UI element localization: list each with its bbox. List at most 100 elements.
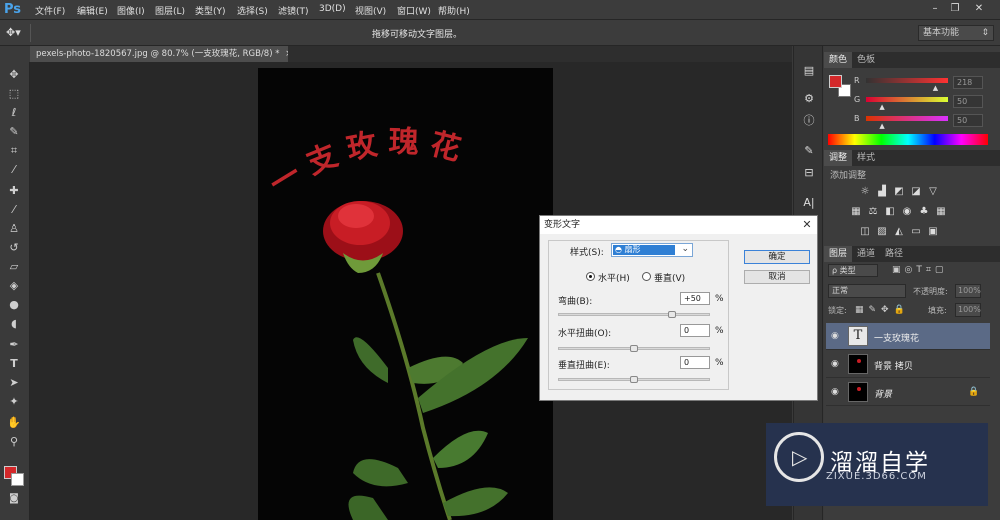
- path-select-icon[interactable]: ➤: [4, 374, 24, 392]
- channel-g-slider[interactable]: [866, 97, 948, 102]
- threshold-icon[interactable]: ◭: [893, 226, 905, 238]
- tab-swatches[interactable]: 色板: [852, 52, 880, 68]
- tab-color[interactable]: 颜色: [824, 52, 853, 68]
- posterize-icon[interactable]: ▨: [876, 226, 888, 238]
- channel-g-knob[interactable]: ▲: [879, 103, 884, 111]
- fill-input[interactable]: 100%: [955, 303, 981, 317]
- opacity-input[interactable]: 100%: [955, 284, 981, 298]
- channel-b-value[interactable]: 50: [953, 114, 983, 127]
- style-select[interactable]: ◓ 扇形 ⌄: [611, 243, 693, 257]
- vertical-radio[interactable]: [642, 272, 651, 281]
- horizontal-radio[interactable]: [586, 272, 595, 281]
- menu-image[interactable]: 图像(I): [117, 4, 145, 17]
- curves-icon[interactable]: ◩: [893, 186, 905, 198]
- tab-layers[interactable]: 图层: [824, 246, 853, 262]
- brush-tool-icon[interactable]: ⁄: [4, 201, 24, 219]
- paint-bucket-icon[interactable]: ◈: [4, 277, 24, 295]
- eye-icon[interactable]: ◉: [831, 331, 839, 341]
- workspace-select[interactable]: 基本功能 ⇕: [918, 25, 994, 41]
- quick-select-tool-icon[interactable]: ✎: [4, 123, 24, 141]
- brush-panel-icon[interactable]: ✎: [800, 142, 818, 160]
- shape-tool-icon[interactable]: ✦: [4, 393, 24, 411]
- channel-b-slider[interactable]: [866, 116, 948, 121]
- lasso-tool-icon[interactable]: ℓ: [4, 104, 24, 122]
- selective-color-icon[interactable]: ▣: [927, 226, 939, 238]
- brush-presets-icon[interactable]: ⊟: [800, 164, 818, 182]
- stamp-tool-icon[interactable]: ♙: [4, 220, 24, 238]
- blend-mode-select[interactable]: 正常: [828, 284, 906, 298]
- warped-text-layer[interactable]: 一支玫瑰花: [268, 118, 538, 206]
- marquee-tool-icon[interactable]: ⬚: [4, 85, 24, 103]
- eyedropper-tool-icon[interactable]: ⁄: [4, 161, 24, 179]
- channel-b-knob[interactable]: ▲: [879, 122, 884, 130]
- restore-icon[interactable]: ❐: [946, 2, 964, 15]
- pen-tool-icon[interactable]: ✒: [4, 336, 24, 354]
- menu-file[interactable]: 文件(F): [35, 4, 65, 17]
- bend-input[interactable]: +50: [680, 292, 710, 305]
- photo-filter-icon[interactable]: ◉: [901, 206, 913, 218]
- exposure-icon[interactable]: ◪: [910, 186, 922, 198]
- vertical-distortion-input[interactable]: 0: [680, 356, 710, 369]
- crop-tool-icon[interactable]: ⌗: [4, 142, 24, 160]
- info-panel-icon[interactable]: ⓘ: [800, 112, 818, 130]
- layer-name[interactable]: 背景 拷贝: [874, 359, 913, 372]
- healing-tool-icon[interactable]: ✚: [4, 182, 24, 200]
- zoom-tool-icon[interactable]: ⚲: [4, 433, 24, 451]
- tab-adjustments[interactable]: 调整: [824, 150, 853, 166]
- hand-tool-icon[interactable]: ✋: [4, 414, 24, 432]
- horizontal-distortion-input[interactable]: 0: [680, 324, 710, 337]
- menu-type[interactable]: 类型(Y): [195, 4, 226, 17]
- eraser-tool-icon[interactable]: ▱: [4, 258, 24, 276]
- layer-filter-icons[interactable]: ▣◎T⌗▢: [892, 265, 947, 275]
- menu-select[interactable]: 选择(S): [237, 4, 268, 17]
- black-white-icon[interactable]: ◧: [884, 206, 896, 218]
- color-lookup-icon[interactable]: ▦: [935, 206, 947, 218]
- menu-window[interactable]: 窗口(W): [397, 4, 431, 17]
- panel-foreground-color[interactable]: [829, 75, 842, 88]
- channel-r-slider[interactable]: [866, 78, 948, 83]
- color-spectrum[interactable]: [828, 134, 988, 145]
- history-brush-icon[interactable]: ↺: [4, 239, 24, 257]
- blur-tool-icon[interactable]: ●: [4, 296, 24, 314]
- layer-kind-filter[interactable]: ρ 类型: [828, 264, 878, 277]
- invert-icon[interactable]: ◫: [859, 226, 871, 238]
- dodge-tool-icon[interactable]: ◖: [4, 315, 24, 333]
- type-tool-icon[interactable]: T: [4, 355, 24, 373]
- channel-r-knob[interactable]: ▲: [933, 84, 938, 92]
- cancel-button[interactable]: 取消: [744, 270, 810, 284]
- layer-row-text[interactable]: ◉ T 一支玫瑰花: [826, 323, 990, 350]
- channel-mixer-icon[interactable]: ♣: [918, 206, 930, 218]
- dialog-close-icon[interactable]: ✕: [800, 218, 814, 232]
- lock-icons[interactable]: ▦✎✥🔒: [855, 305, 910, 315]
- move-tool-icon[interactable]: ✥: [4, 66, 24, 84]
- tab-paths[interactable]: 路径: [880, 246, 908, 262]
- channel-r-value[interactable]: 218: [953, 76, 983, 89]
- vertical-distortion-knob[interactable]: [630, 376, 638, 383]
- eye-icon[interactable]: ◉: [831, 387, 839, 397]
- menu-view[interactable]: 视图(V): [355, 4, 386, 17]
- layer-name[interactable]: 一支玫瑰花: [874, 331, 919, 344]
- tab-close-icon[interactable]: ×: [285, 49, 288, 59]
- bend-slider[interactable]: [558, 313, 710, 316]
- character-panel-icon[interactable]: A|: [800, 194, 818, 212]
- gradient-map-icon[interactable]: ▭: [910, 226, 922, 238]
- hue-icon[interactable]: ▦: [850, 206, 862, 218]
- close-window-icon[interactable]: ✕: [970, 2, 988, 15]
- history-panel-icon[interactable]: ▤: [800, 62, 818, 80]
- eye-icon[interactable]: ◉: [831, 359, 839, 369]
- menu-edit[interactable]: 编辑(E): [77, 4, 108, 17]
- menu-3d[interactable]: 3D(D): [319, 4, 346, 14]
- vibrance-icon[interactable]: ▽: [927, 186, 939, 198]
- tab-channels[interactable]: 通道: [852, 246, 880, 262]
- background-color-swatch[interactable]: [11, 473, 24, 486]
- move-tool-preset-icon[interactable]: ✥▾: [6, 26, 21, 39]
- tab-styles[interactable]: 样式: [852, 150, 880, 166]
- bend-slider-knob[interactable]: [668, 311, 676, 318]
- layer-row-background[interactable]: ◉ 背景 🔒: [826, 379, 990, 406]
- channel-g-value[interactable]: 50: [953, 95, 983, 108]
- layer-row-background-copy[interactable]: ◉ 背景 拷贝: [826, 351, 990, 378]
- quick-mask-icon[interactable]: ◙: [4, 490, 24, 508]
- layer-name[interactable]: 背景: [874, 387, 892, 400]
- menu-layer[interactable]: 图层(L): [155, 4, 185, 17]
- menu-help[interactable]: 帮助(H): [438, 4, 470, 17]
